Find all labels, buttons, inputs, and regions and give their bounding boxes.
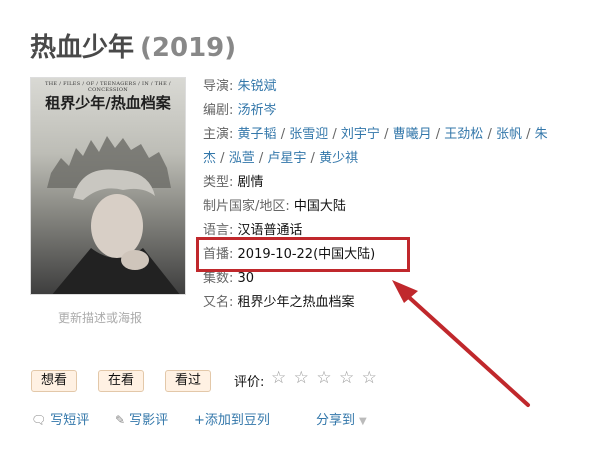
- want-button[interactable]: 想看: [31, 370, 78, 392]
- star-icon-1[interactable]: ☆: [271, 368, 287, 388]
- star-icon-5[interactable]: ☆: [362, 368, 378, 388]
- short-review-label: 写短评: [50, 413, 90, 428]
- share-label: 分享到: [316, 413, 356, 428]
- rating-stars: ☆ ☆ ☆ ☆ ☆: [271, 368, 378, 388]
- short-review-link[interactable]: 🗨 写短评: [31, 409, 89, 428]
- watching-button[interactable]: 在看: [98, 370, 145, 392]
- watched-button[interactable]: 看过: [165, 370, 212, 392]
- pencil-icon: ✎: [115, 413, 126, 427]
- star-icon-3[interactable]: ☆: [316, 368, 332, 388]
- comment-icon: 🗨: [31, 413, 47, 427]
- add-doulist-link[interactable]: +添加到豆列: [194, 409, 270, 428]
- review-link[interactable]: ✎ 写影评: [115, 409, 168, 428]
- rating-label: 评价:: [234, 375, 265, 390]
- share-menu[interactable]: 分享到 ▼: [316, 409, 367, 428]
- review-label: 写影评: [129, 413, 169, 428]
- star-icon-2[interactable]: ☆: [294, 368, 310, 388]
- chevron-down-icon: ▼: [359, 416, 367, 427]
- star-icon-4[interactable]: ☆: [339, 368, 355, 388]
